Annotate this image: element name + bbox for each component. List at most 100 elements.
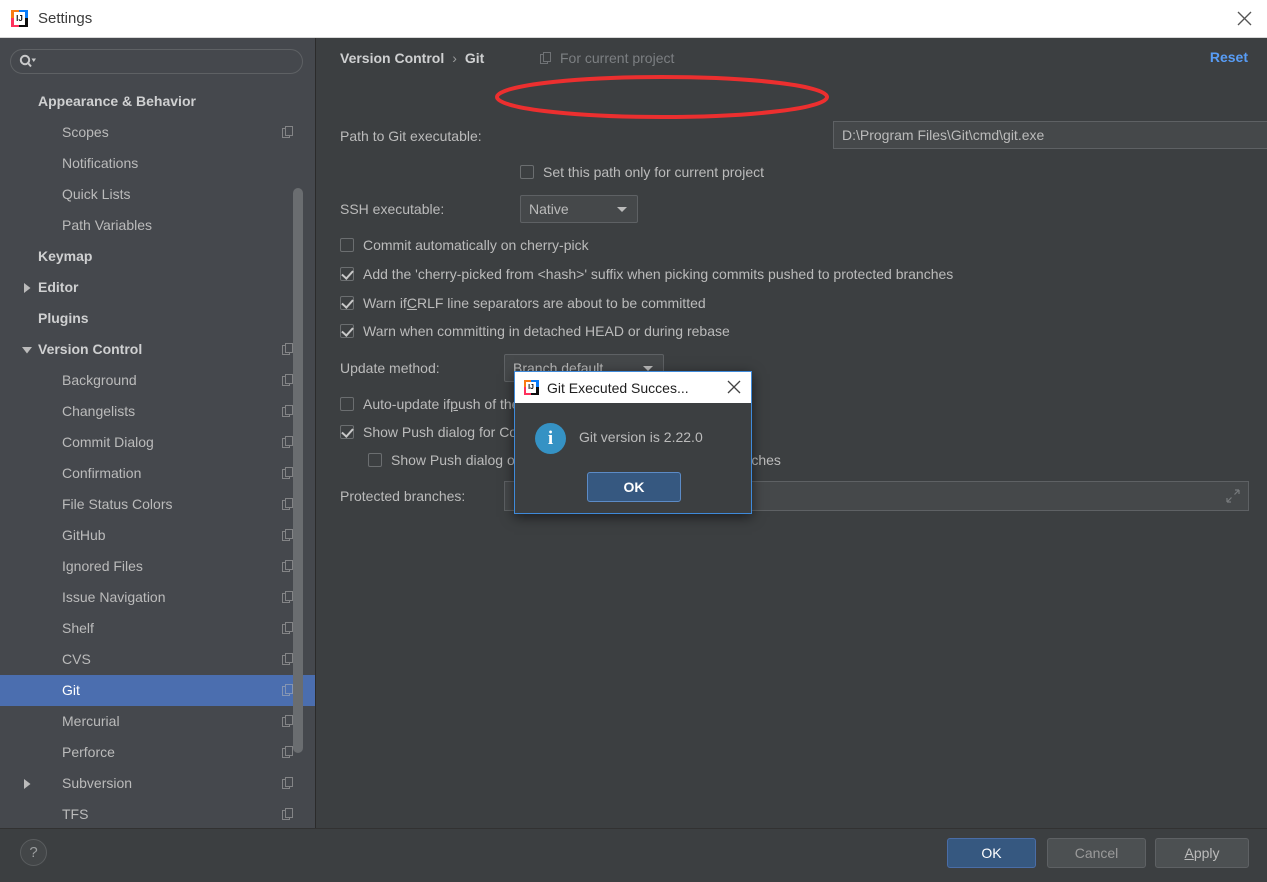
sidebar-scrollbar-thumb[interactable] [293, 188, 303, 753]
sidebar-item-label: Background [62, 372, 137, 388]
apply-button[interactable]: Apply [1155, 838, 1249, 868]
ssh-executable-select[interactable]: Native [520, 195, 638, 223]
warn-crlf-checkbox[interactable] [340, 296, 354, 310]
copy-settings-icon[interactable] [282, 808, 294, 821]
copy-settings-icon[interactable] [282, 126, 294, 139]
sidebar-item-background[interactable]: Background [0, 365, 315, 396]
search-box[interactable] [10, 49, 303, 74]
ssh-executable-label: SSH executable: [340, 201, 445, 217]
sidebar-item-perforce[interactable]: Perforce [0, 737, 315, 768]
set-path-only-checkbox-row[interactable]: Set this path only for current project [520, 164, 764, 180]
sidebar-item-editor[interactable]: Editor [0, 272, 315, 303]
search-input[interactable] [40, 51, 280, 72]
chevron-right-icon[interactable] [20, 272, 34, 303]
info-icon-glyph: i [547, 427, 554, 449]
sidebar-item-changelists[interactable]: Changelists [0, 396, 315, 427]
warn-crlf-row[interactable]: Warn if C RLF line separators are about t… [340, 295, 706, 311]
expand-icon[interactable] [1226, 489, 1240, 503]
sidebar-item-file-status-colors[interactable]: File Status Colors [0, 489, 315, 520]
window-title: Settings [38, 10, 93, 27]
sidebar-item-subversion[interactable]: Subversion [0, 768, 315, 799]
sidebar-item-confirmation[interactable]: Confirmation [0, 458, 315, 489]
reset-link[interactable]: Reset [1210, 49, 1248, 65]
sidebar-item-label: Perforce [62, 744, 115, 760]
sidebar-item-label: Notifications [62, 155, 139, 171]
sidebar-item-plugins[interactable]: Plugins [0, 303, 315, 334]
sidebar-item-github[interactable]: GitHub [0, 520, 315, 551]
sidebar-item-shelf[interactable]: Shelf [0, 613, 315, 644]
sidebar-item-label: Plugins [38, 310, 89, 326]
chevron-down-icon [617, 207, 627, 212]
sidebar-item-label: File Status Colors [62, 496, 173, 512]
sidebar-item-path-variables[interactable]: Path Variables [0, 210, 315, 241]
sidebar-scrollbar-track[interactable] [293, 38, 309, 780]
cancel-button[interactable]: Cancel [1047, 838, 1146, 868]
chevron-down-icon[interactable] [20, 334, 34, 365]
dialog-message: Git version is 2.22.0 [579, 429, 703, 445]
sidebar-item-git[interactable]: Git [0, 675, 315, 706]
settings-tree: Appearance & Behavior Scopes Notifications… [0, 86, 315, 828]
sidebar-item-label: Ignored Files [62, 558, 143, 574]
breadcrumb: Version Control › Git [340, 50, 484, 66]
settings-main-panel: Version Control › Git For current projec… [316, 38, 1267, 828]
sidebar-item-label: Path Variables [62, 217, 153, 233]
window-titlebar: IJ Settings [0, 0, 1267, 38]
sidebar-item-label: Scopes [62, 124, 109, 140]
sidebar-item-label: Shelf [62, 620, 94, 636]
sidebar-item-label: Git [62, 682, 80, 698]
sidebar-item-label: Mercurial [62, 713, 120, 729]
dialog-body: i Git version is 2.22.0 OK [515, 403, 751, 513]
info-icon: i [535, 423, 566, 454]
sidebar-item-keymap[interactable]: Keymap [0, 241, 315, 272]
warn-crlf-label-pre: Warn if [363, 295, 407, 311]
show-push-dialog-checkbox[interactable] [340, 425, 354, 439]
help-button[interactable]: ? [20, 839, 47, 866]
close-icon[interactable] [1221, 0, 1267, 37]
intellij-idea-icon: IJ [524, 380, 539, 395]
cherrypicked-suffix-label: Add the 'cherry-picked from <hash>' suff… [363, 266, 954, 282]
auto-update-label-pre: Auto-update if [363, 396, 451, 412]
update-method-label: Update method: [340, 360, 440, 376]
sidebar-item-version-control[interactable]: Version Control [0, 334, 315, 365]
cherrypicked-suffix-row[interactable]: Add the 'cherry-picked from <hash>' suff… [340, 266, 953, 282]
sidebar-item-notifications[interactable]: Notifications [0, 148, 315, 179]
sidebar-item-label: Version Control [38, 341, 143, 357]
sidebar-item-scopes[interactable]: Scopes [0, 117, 315, 148]
warn-detached-head-row[interactable]: Warn when committing in detached HEAD or… [340, 323, 730, 339]
breadcrumb-parent[interactable]: Version Control [340, 50, 444, 66]
copy-settings-icon[interactable] [282, 777, 294, 790]
sidebar-item-tfs[interactable]: TFS [0, 799, 315, 828]
auto-update-checkbox[interactable] [340, 397, 354, 411]
set-path-only-checkbox[interactable] [520, 165, 534, 179]
sidebar-item-mercurial[interactable]: Mercurial [0, 706, 315, 737]
sidebar-item-label: CVS [62, 651, 91, 667]
ok-button[interactable]: OK [947, 838, 1036, 868]
sidebar-item-label: Appearance & Behavior [38, 93, 196, 109]
dialog-ok-button[interactable]: OK [587, 472, 681, 502]
breadcrumb-separator: › [452, 50, 457, 66]
commit-auto-cherrypick-row[interactable]: Commit automatically on cherry-pick [340, 237, 589, 253]
sidebar-item-cvs[interactable]: CVS [0, 644, 315, 675]
settings-sidebar: Appearance & Behavior Scopes Notifications… [0, 38, 316, 828]
cherrypicked-suffix-checkbox[interactable] [340, 267, 354, 281]
sidebar-item-commit-dialog[interactable]: Commit Dialog [0, 427, 315, 458]
show-push-protected-checkbox[interactable] [368, 453, 382, 467]
breadcrumb-current: Git [464, 50, 485, 66]
project-scope-label: For current project [560, 50, 675, 66]
project-scope-note: For current project [540, 50, 674, 66]
path-to-git-label: Path to Git executable: [340, 128, 482, 144]
sidebar-item-ignored-files[interactable]: Ignored Files [0, 551, 315, 582]
warn-detached-head-checkbox[interactable] [340, 324, 354, 338]
close-icon[interactable] [723, 376, 745, 398]
sidebar-item-label: Subversion [62, 775, 133, 791]
chevron-right-icon[interactable] [20, 768, 34, 799]
commit-auto-cherrypick-checkbox[interactable] [340, 238, 354, 252]
sidebar-item-appearance-behavior[interactable]: Appearance & Behavior [0, 86, 315, 117]
sidebar-item-issue-navigation[interactable]: Issue Navigation [0, 582, 315, 613]
path-to-git-executable-field[interactable] [833, 121, 1267, 149]
sidebar-item-quick-lists[interactable]: Quick Lists [0, 179, 315, 210]
dialog-title: Git Executed Succes... [547, 379, 689, 396]
dialog-titlebar: IJ Git Executed Succes... [515, 372, 751, 403]
sidebar-item-label: Issue Navigation [62, 589, 166, 605]
set-path-only-label: Set this path only for current project [543, 164, 764, 180]
